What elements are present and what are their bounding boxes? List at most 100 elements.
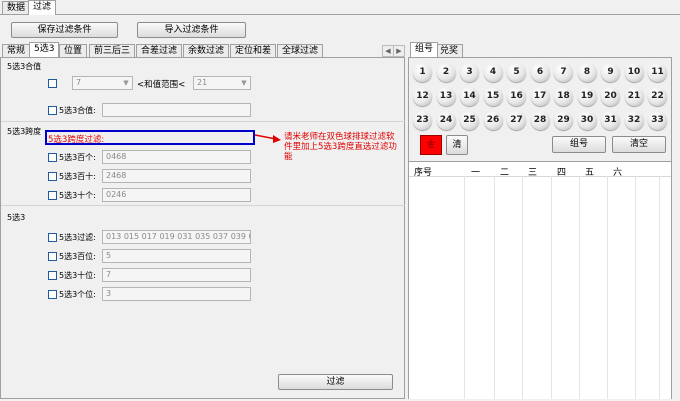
filter-checkbox[interactable] — [48, 233, 57, 242]
number-ball[interactable]: 10 — [624, 63, 644, 82]
subtab-global-filter[interactable]: 全球过滤 — [277, 44, 324, 57]
number-ball[interactable]: 29 — [554, 111, 573, 130]
right-tab-prize[interactable]: 兑奖 — [435, 44, 464, 57]
number-ball[interactable]: 20 — [601, 87, 620, 106]
units-checkbox[interactable] — [48, 290, 57, 299]
number-ball[interactable]: 31 — [601, 111, 620, 130]
col-header-3: 三 — [528, 168, 538, 178]
number-ball[interactable]: 8 — [577, 63, 597, 82]
range-to-select[interactable]: 21 ▼ — [193, 76, 251, 90]
sec1-title: 5选3合值 — [7, 62, 42, 71]
subtab-general[interactable]: 常规 — [2, 44, 31, 57]
save-filter-button[interactable]: 保存过滤条件 — [11, 22, 118, 38]
hundreds-tens-input[interactable]: 2468 — [102, 169, 251, 183]
filter-button[interactable]: 过滤 — [278, 374, 393, 390]
range-from-select[interactable]: 7 ▼ — [72, 76, 133, 90]
number-ball[interactable]: 2 — [436, 63, 456, 82]
subtab-position[interactable]: 位置 — [59, 44, 88, 57]
number-ball[interactable]: 27 — [507, 111, 526, 130]
number-ball[interactable]: 15 — [483, 87, 503, 106]
number-ball[interactable]: 16 — [507, 87, 526, 106]
tens-input[interactable]: 7 — [102, 268, 251, 282]
col-divider — [464, 176, 465, 399]
tens-units-label: 5选3十个: — [59, 191, 96, 200]
number-ball[interactable]: 9 — [601, 63, 620, 82]
col-header-6: 六 — [613, 168, 623, 178]
number-ball[interactable]: 18 — [554, 87, 573, 106]
number-ball[interactable]: 30 — [577, 111, 597, 130]
chevron-down-icon: ▼ — [123, 79, 129, 87]
col-header-index: 序号 — [414, 168, 433, 178]
range-checkbox[interactable] — [48, 79, 57, 88]
number-ball[interactable]: 6 — [530, 63, 550, 82]
range-to-value: 21 — [197, 78, 208, 87]
span-filter-label: 5选3跨度过滤: — [48, 135, 105, 145]
subtab-scroll-right[interactable]: ▶ — [393, 45, 405, 57]
number-ball[interactable]: 7 — [554, 63, 573, 82]
filter-label: 5选3过滤: — [59, 233, 96, 242]
sum-checkbox[interactable] — [48, 106, 57, 115]
top-tab-baseline — [0, 14, 680, 15]
tab-filter[interactable]: 过滤 — [28, 0, 57, 15]
table-header-row: 序号 一 二 三 四 五 六 — [409, 162, 671, 178]
number-ball[interactable]: 12 — [413, 87, 432, 106]
number-ball[interactable]: 25 — [460, 111, 479, 130]
number-ball[interactable]: 5 — [507, 63, 526, 82]
number-ball[interactable]: 32 — [624, 111, 644, 130]
subtab-remainder-filter[interactable]: 余数过滤 — [183, 44, 230, 57]
col-header-4: 四 — [557, 168, 567, 178]
number-ball[interactable]: 24 — [436, 111, 456, 130]
subtab-front-back-three[interactable]: 前三后三 — [89, 44, 136, 57]
number-ball[interactable]: 33 — [648, 111, 667, 130]
number-ball[interactable]: 14 — [460, 87, 479, 106]
hundreds-checkbox[interactable] — [48, 252, 57, 261]
results-table: 序号 一 二 三 四 五 六 — [409, 161, 671, 399]
col-divider — [635, 176, 636, 399]
number-ball[interactable]: 11 — [648, 63, 667, 82]
col-header-5: 五 — [585, 168, 595, 178]
clean-button[interactable]: 清 — [446, 135, 468, 155]
import-filter-button[interactable]: 导入过滤条件 — [137, 22, 246, 38]
subtab-position-sum-diff[interactable]: 定位和差 — [230, 44, 277, 57]
tens-units-checkbox[interactable] — [48, 191, 57, 200]
hundreds-tens-label: 5选3百十: — [59, 172, 96, 181]
number-ball[interactable]: 28 — [530, 111, 550, 130]
left-panel: 5选3合值 7 ▼ <和值范围< 21 ▼ 5选3合值: 5选3跨度 5选3跨度… — [0, 57, 405, 399]
group-button[interactable]: 组号 — [552, 136, 606, 153]
right-tab-group[interactable]: 组号 — [410, 42, 439, 57]
gold-button[interactable]: 金 — [420, 135, 442, 155]
filter-input[interactable]: 013 015 017 019 031 035 037 039 051 053 — [102, 230, 251, 244]
clear-button[interactable]: 清空 — [612, 136, 666, 153]
number-ball[interactable]: 4 — [483, 63, 503, 82]
sec3-divider — [1, 205, 405, 206]
sum-input[interactable] — [102, 103, 251, 117]
tens-checkbox[interactable] — [48, 271, 57, 280]
hundreds-input[interactable]: 5 — [102, 249, 251, 263]
tens-units-input[interactable]: 0246 — [102, 188, 251, 202]
number-ball[interactable]: 3 — [460, 63, 479, 82]
number-ball[interactable]: 26 — [483, 111, 503, 130]
number-ball[interactable]: 13 — [436, 87, 456, 106]
number-ball[interactable]: 21 — [624, 87, 644, 106]
col-divider — [579, 176, 580, 399]
sec3-title: 5选3 — [7, 213, 26, 222]
sum-label: 5选3合值: — [59, 106, 96, 115]
subtab-sum-diff-filter[interactable]: 合差过滤 — [136, 44, 183, 57]
units-input[interactable]: 3 — [102, 287, 251, 301]
annotation-text: 请米老师在双色球排球过滤软件里加上5选3跨度直选过滤功能 — [284, 132, 397, 162]
number-ball[interactable]: 22 — [648, 87, 667, 106]
number-ball[interactable]: 1 — [413, 63, 432, 82]
range-label: <和值范围< — [137, 80, 186, 90]
number-ball[interactable]: 19 — [577, 87, 597, 106]
hundreds-tens-checkbox[interactable] — [48, 172, 57, 181]
col-divider — [551, 176, 552, 399]
units-label: 5选3个位: — [59, 290, 96, 299]
subtab-5of3[interactable]: 5选3 — [29, 42, 60, 57]
hundreds-units-input[interactable]: 0468 — [102, 150, 251, 164]
hundreds-units-checkbox[interactable] — [48, 153, 57, 162]
annotation-arrow — [255, 134, 281, 143]
number-ball[interactable]: 23 — [413, 111, 432, 130]
number-ball[interactable]: 17 — [530, 87, 550, 106]
right-panel: 1 2 3 4 5 6 7 8 9 10 11 12 13 14 15 16 17 18 19 20 21 22 23 24 2… — [408, 57, 672, 399]
tab-data[interactable]: 数据 — [2, 1, 31, 14]
